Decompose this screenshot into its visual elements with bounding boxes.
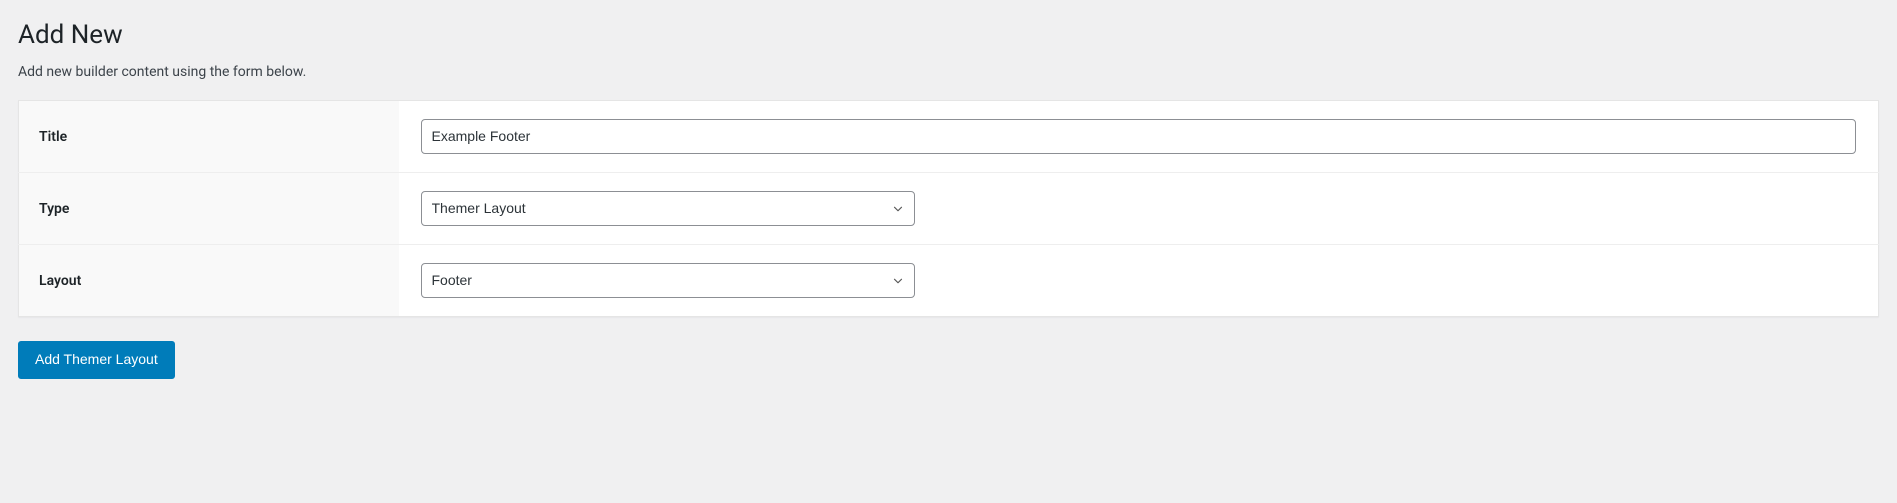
page-description: Add new builder content using the form b…	[18, 64, 1879, 80]
add-themer-layout-button[interactable]: Add Themer Layout	[18, 341, 175, 379]
layout-select[interactable]: Footer	[421, 263, 915, 298]
type-select[interactable]: Themer Layout	[421, 191, 915, 226]
layout-label: Layout	[19, 245, 399, 317]
page-title: Add New	[18, 20, 1879, 50]
layout-row: Layout Footer	[19, 245, 1879, 317]
type-row: Type Themer Layout	[19, 173, 1879, 245]
title-row: Title	[19, 101, 1879, 173]
type-label: Type	[19, 173, 399, 245]
form-table: Title Type Themer Layout Layout	[18, 100, 1879, 317]
title-label: Title	[19, 101, 399, 173]
title-input[interactable]	[421, 119, 1857, 154]
